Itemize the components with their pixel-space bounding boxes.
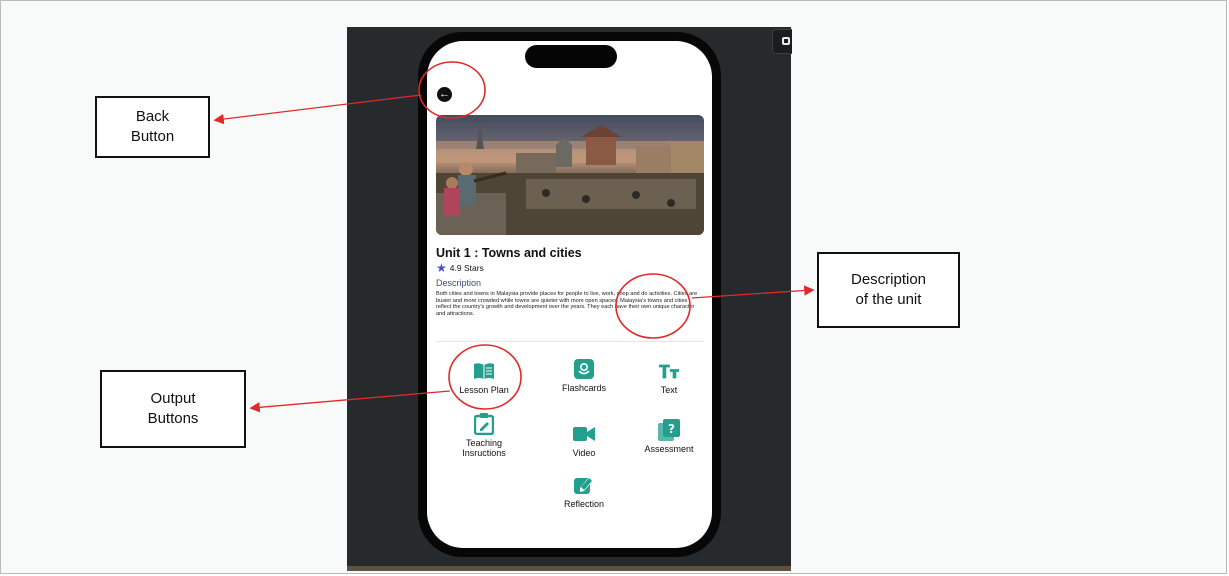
lesson-plan-label: Lesson Plan: [459, 385, 509, 395]
video-label: Video: [572, 448, 596, 458]
description-label: Description: [436, 278, 482, 288]
unit-cover-image: [436, 115, 704, 235]
dynamic-island: [525, 45, 617, 68]
back-callout-line2: Button: [130, 128, 175, 145]
output-buttons-callout: Output Buttons: [100, 370, 246, 448]
phone-screen: ← Unit 1: Towns and cities ★ 4.9 Stars …: [427, 41, 712, 548]
reflection-label: Reflection: [563, 499, 605, 509]
phone-mockup: ← Unit 1: Towns and cities ★ 4.9 Stars …: [418, 32, 721, 557]
question-cards-icon: ?: [658, 419, 680, 441]
description-text: Both cities and towns in Malaysia provid…: [436, 291, 698, 317]
flashcards-label: Flashcards: [561, 383, 606, 393]
unit-title: Unit 1 : Towns and cities: [436, 246, 582, 260]
assessment-button[interactable]: ? Assessment: [624, 419, 712, 454]
description-callout: Description of the unit: [817, 252, 960, 328]
rating-text: 4.9 Stars: [449, 263, 484, 273]
description-callout-line1: Description: [850, 271, 927, 288]
window-corner-icon[interactable]: [772, 29, 792, 54]
assessment-label: Assessment: [644, 444, 694, 454]
edit-icon: [573, 474, 595, 496]
teaching-instructions-line2: Insructions: [462, 448, 506, 458]
divider: [436, 341, 704, 342]
reflection-button[interactable]: Reflection: [539, 474, 629, 509]
arrow-left-icon: ←: [439, 88, 450, 100]
back-callout-line1: Back: [135, 108, 170, 125]
teaching-instructions-line1: Teaching: [465, 438, 503, 448]
teaching-instructions-label: Teaching Insructions: [439, 438, 529, 458]
svg-text:?: ?: [668, 422, 675, 436]
video-camera-icon: [573, 423, 595, 445]
back-button[interactable]: ←: [437, 87, 452, 102]
output-callout-line1: Output: [150, 390, 196, 407]
text-button[interactable]: Text: [624, 360, 712, 395]
description-callout-line2: of the unit: [855, 291, 922, 308]
text-size-icon: [658, 360, 680, 382]
flashcards-button[interactable]: Flashcards: [539, 358, 629, 393]
flashcard-icon: [573, 358, 595, 380]
panel-bottom-strip: [347, 566, 791, 571]
video-button[interactable]: Video: [539, 423, 629, 458]
lesson-plan-button[interactable]: Lesson Plan: [439, 360, 529, 395]
book-icon: [473, 360, 495, 382]
clipboard-edit-icon: [473, 413, 495, 435]
rating: ★ 4.9 Stars: [436, 261, 484, 275]
back-button-callout: Back Button: [95, 96, 210, 158]
teaching-instructions-button[interactable]: Teaching Insructions: [439, 413, 529, 458]
output-callout-line2: Buttons: [147, 410, 199, 427]
star-icon: ★: [436, 261, 447, 275]
text-label: Text: [660, 385, 678, 395]
